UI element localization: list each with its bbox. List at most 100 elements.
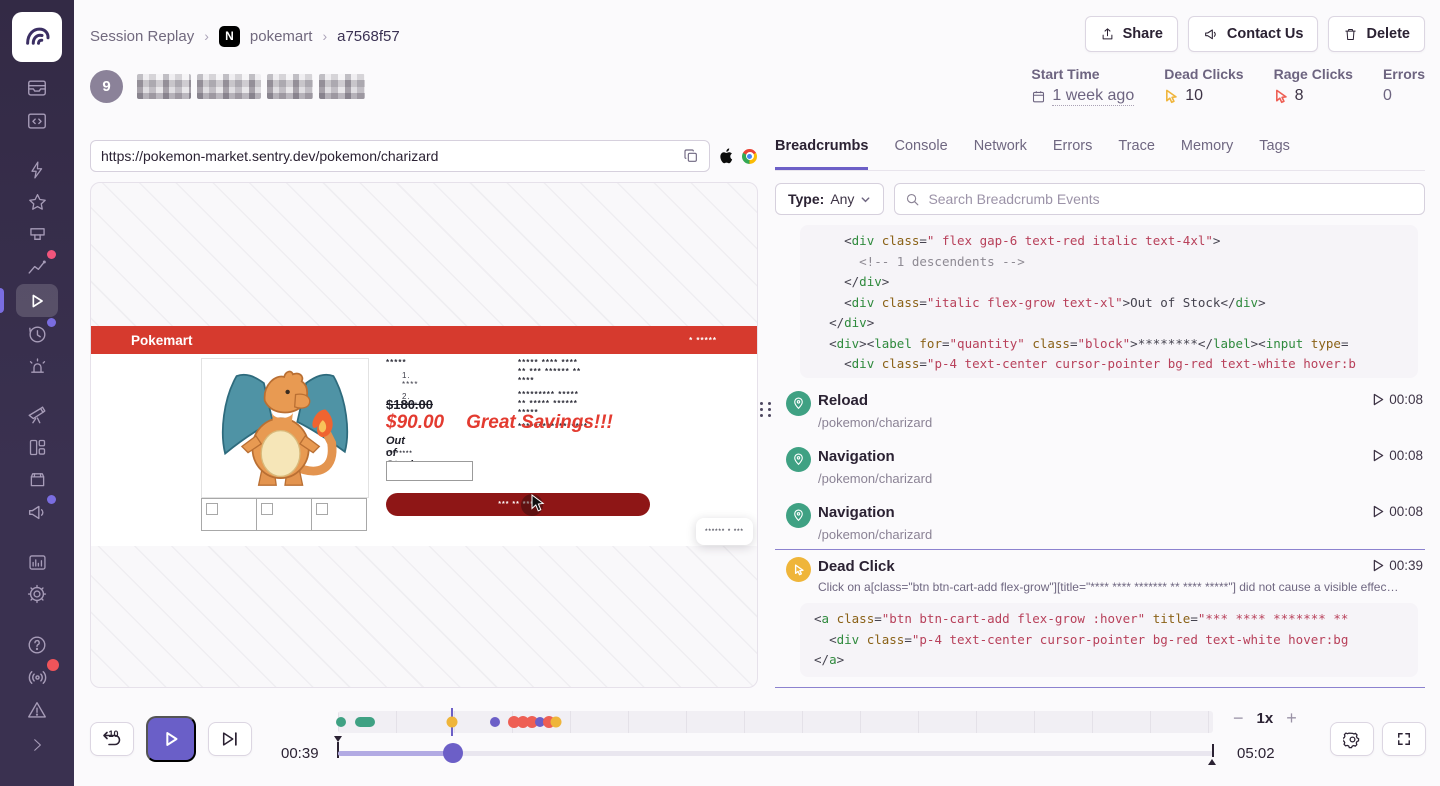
breadcrumbs-panel: Breadcrumbs Console Network Errors Trace…	[775, 132, 1425, 690]
sidebar-item-projects[interactable]	[0, 106, 74, 136]
breadcrumb-project[interactable]: pokemart	[250, 28, 313, 45]
sidebar-item-dashboards[interactable]	[0, 432, 74, 462]
tab-memory[interactable]: Memory	[1181, 138, 1233, 167]
sidebar-item-help[interactable]	[0, 630, 74, 660]
timeline-end-marker[interactable]	[1212, 744, 1214, 757]
quantity-input[interactable]	[386, 461, 473, 481]
timeline-marker-dead-click[interactable]	[551, 717, 562, 728]
tab-console[interactable]: Console	[894, 138, 947, 167]
type-filter-dropdown[interactable]: Type: Any	[775, 183, 884, 215]
speed-increase-button[interactable]: +	[1286, 708, 1297, 729]
fullscreen-button[interactable]	[1382, 722, 1426, 756]
add-to-cart-button[interactable]: *** ** ****	[386, 493, 650, 516]
product-thumbnail[interactable]	[201, 498, 257, 531]
delete-button[interactable]: Delete	[1328, 16, 1425, 52]
product-thumbnail[interactable]	[256, 498, 312, 531]
profiling-notification-badge	[47, 318, 56, 327]
selected-event-bottom-border	[775, 687, 1425, 688]
issues-inbox-icon	[26, 77, 48, 99]
apple-os-icon	[719, 148, 733, 164]
sidebar-item-alerts-siren[interactable]	[0, 351, 74, 381]
event-timestamp[interactable]: 00:39	[1373, 558, 1423, 573]
sidebar-item-settings[interactable]	[0, 579, 74, 609]
whats-new-notification-badge	[47, 659, 59, 671]
breadcrumb-event-navigation[interactable]: Navigation /pokemon/charizard 00:08	[775, 447, 1425, 497]
dead-click-cursor-icon	[1164, 89, 1179, 104]
timeline-marker-navigation[interactable]	[336, 717, 346, 727]
sidebar-collapse-toggle[interactable]	[0, 730, 74, 760]
sidebar-item-issues[interactable]	[0, 73, 74, 103]
play-from-here-icon	[1373, 449, 1384, 462]
session-replay-page: Session Replay › N pokemart › a7568f57 S…	[0, 0, 1440, 786]
replay-player-controls: 10 00:39 − 1x	[0, 700, 1440, 786]
play-pause-button[interactable]	[146, 716, 196, 762]
event-timestamp[interactable]: 00:08	[1373, 392, 1423, 407]
tab-trace[interactable]: Trace	[1118, 138, 1155, 167]
share-button[interactable]: Share	[1085, 16, 1178, 52]
breadcrumb-event-reload[interactable]: Reload /pokemon/charizard 00:08	[775, 391, 1425, 441]
user-avatar: 9	[90, 70, 123, 103]
stat-dead-clicks: Dead Clicks 10	[1164, 66, 1243, 106]
sidebar-item-whats-new[interactable]	[0, 662, 74, 692]
sidebar-item-service-status[interactable]	[0, 695, 74, 725]
timeline-marker-dead-click[interactable]	[447, 717, 458, 728]
dead-click-description: Click on a[class="btn btn-cart-add flex-…	[818, 580, 1418, 594]
event-title: Reload	[818, 392, 868, 409]
player-settings-button[interactable]	[1330, 722, 1374, 756]
navigation-pin-icon	[786, 391, 811, 416]
breadcrumb-separator: ›	[204, 28, 209, 44]
event-path: /pokemon/charizard	[818, 415, 932, 430]
timeline-marker-click[interactable]	[490, 717, 500, 727]
breadcrumb-session-replay[interactable]: Session Replay	[90, 28, 194, 45]
expanded-node-code-preview[interactable]: <div class=" flex gap-6 text-red italic …	[800, 225, 1418, 378]
code-project-icon	[26, 110, 48, 132]
speed-decrease-button[interactable]: −	[1233, 708, 1244, 729]
sidebar-item-session-replay[interactable]	[0, 286, 74, 316]
panel-resize-handle[interactable]	[760, 402, 772, 417]
sidebar-item-dashboards-projector[interactable]	[0, 219, 74, 249]
timeline-end-marker-arrow[interactable]	[1208, 759, 1216, 765]
sale-price: $90.00	[386, 412, 444, 434]
tab-breadcrumbs[interactable]: Breadcrumbs	[775, 138, 868, 170]
breadcrumb-event-dead-click[interactable]: Dead Click Click on a[class="btn btn-car…	[775, 557, 1425, 603]
seek-bar[interactable]	[338, 751, 1213, 756]
product-thumbnail[interactable]	[311, 498, 367, 531]
copy-url-icon[interactable]	[683, 148, 699, 164]
dead-click-cursor-icon	[786, 557, 811, 582]
speed-value[interactable]: 1x	[1257, 710, 1274, 727]
replay-viewer[interactable]: Pokemart * *****	[90, 182, 758, 688]
sidebar-item-feedback[interactable]	[0, 497, 74, 527]
rage-clicks-value: 8	[1295, 87, 1304, 105]
sidebar-item-stats[interactable]	[0, 547, 74, 577]
breadcrumb-event-navigation[interactable]: Navigation /pokemon/charizard 00:08	[775, 503, 1425, 553]
event-timestamp[interactable]: 00:08	[1373, 448, 1423, 463]
start-time-value[interactable]: 1 week ago	[1052, 87, 1134, 106]
user-identifier-redacted	[137, 74, 365, 99]
sidebar-item-explore[interactable]	[0, 399, 74, 429]
breadcrumb-separator: ›	[322, 28, 327, 44]
replay-mouse-cursor	[531, 494, 545, 512]
sidebar-item-profiling[interactable]	[0, 319, 74, 349]
breadcrumb-search-input[interactable]	[928, 191, 1414, 207]
timeline-event-track[interactable]	[338, 711, 1213, 733]
contact-us-button[interactable]: Contact Us	[1188, 16, 1319, 52]
timeline-marker-navigation-group[interactable]	[355, 717, 375, 727]
event-timestamp[interactable]: 00:08	[1373, 504, 1423, 519]
rewind-amount-label: 10	[109, 729, 119, 739]
replayed-site-brand: Pokemart	[131, 333, 193, 348]
sidebar-item-quickstart[interactable]	[0, 155, 74, 185]
replay-url-input[interactable]	[101, 148, 675, 164]
chevron-right-icon	[28, 736, 46, 754]
seek-handle[interactable]	[443, 743, 463, 763]
rewind-10s-button[interactable]: 10	[90, 722, 134, 756]
tab-tags[interactable]: Tags	[1259, 138, 1290, 167]
skip-to-next-button[interactable]	[208, 722, 252, 756]
sidebar-item-releases[interactable]	[0, 464, 74, 494]
dead-click-code-snippet[interactable]: <a class="btn btn-cart-add flex-grow :ho…	[800, 603, 1418, 677]
sidebar-item-insights[interactable]	[0, 252, 74, 282]
tab-errors[interactable]: Errors	[1053, 138, 1092, 167]
tab-network[interactable]: Network	[974, 138, 1027, 167]
replayed-site-content: ***** 1. **** 2. ****** ***** **** **** …	[91, 354, 757, 546]
sentry-logo[interactable]	[12, 12, 62, 62]
sidebar-item-starred[interactable]	[0, 187, 74, 217]
